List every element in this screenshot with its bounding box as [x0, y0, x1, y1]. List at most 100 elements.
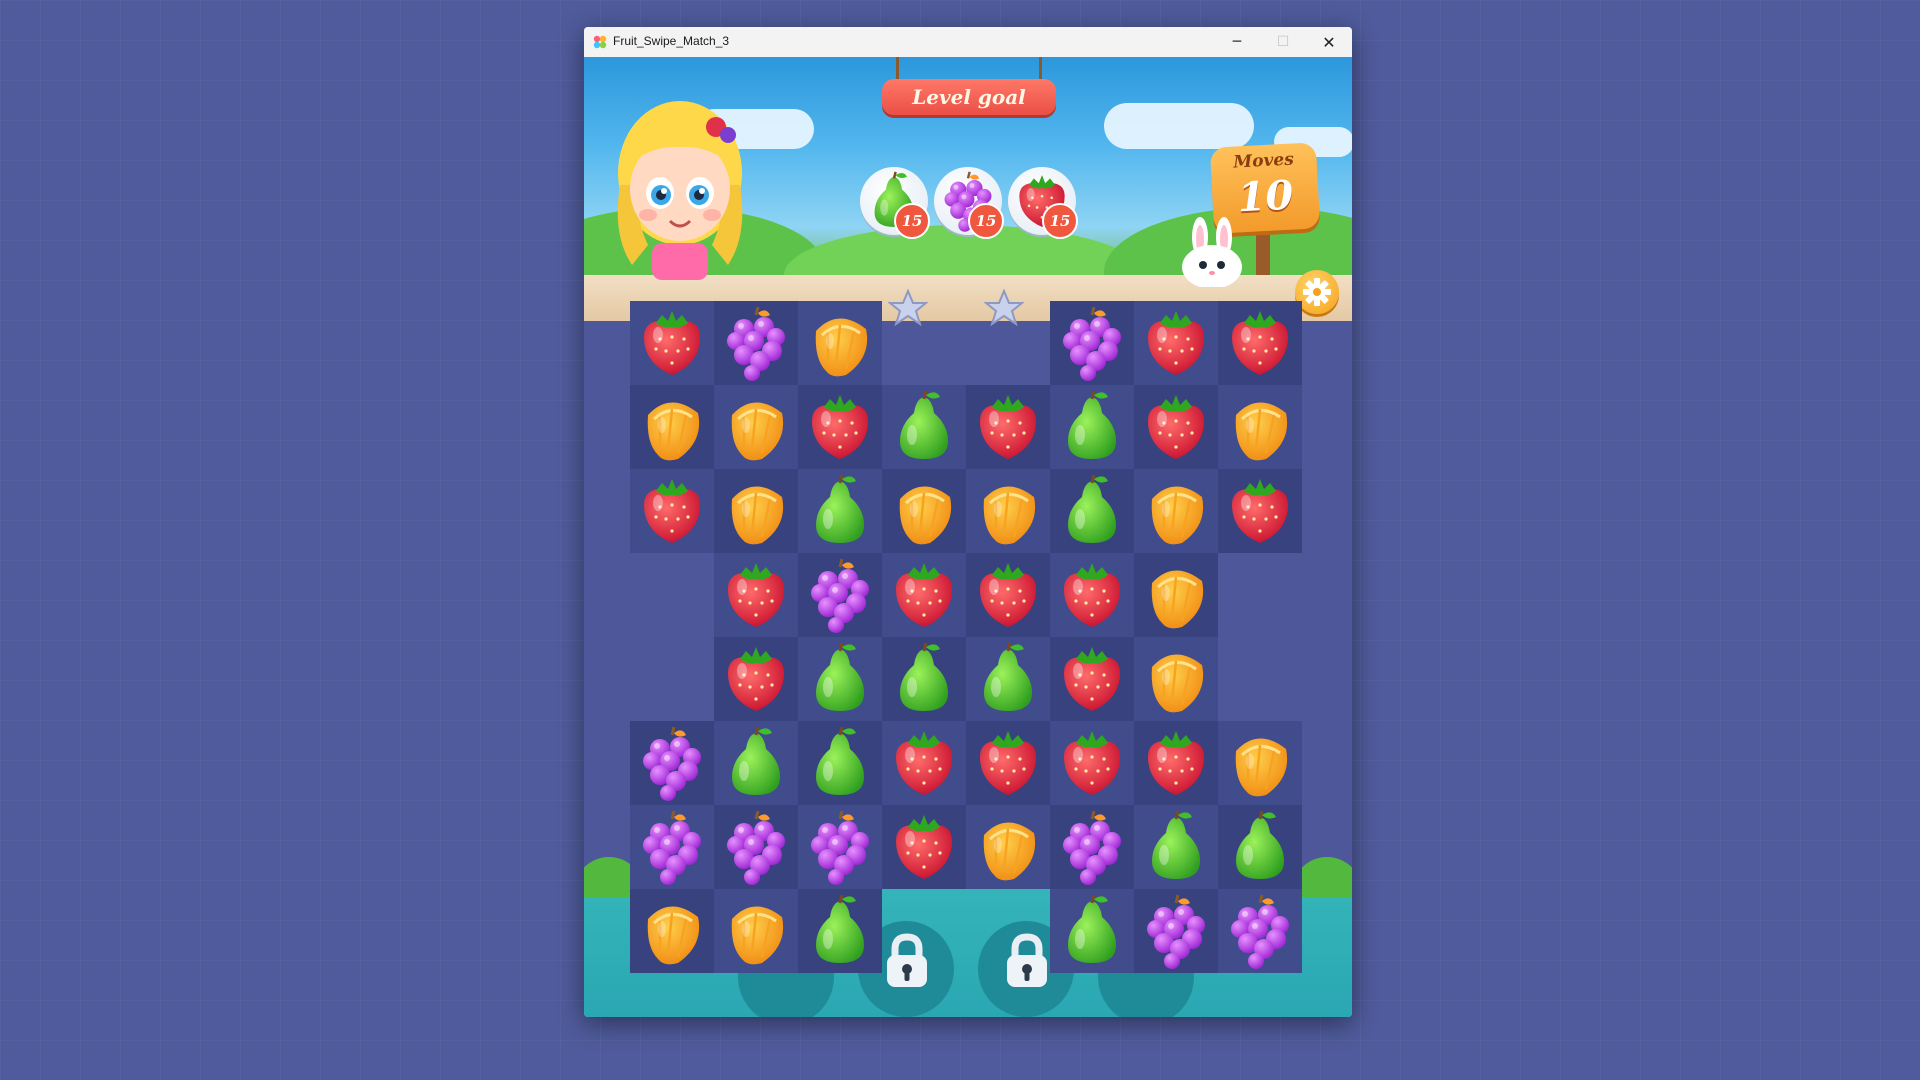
orange-icon[interactable]: [1134, 637, 1218, 721]
grape-icon[interactable]: [630, 805, 714, 889]
strawberry-icon[interactable]: [714, 553, 798, 637]
board-cell[interactable]: [1218, 721, 1302, 805]
pear-icon[interactable]: [1218, 805, 1302, 889]
board-cell[interactable]: [630, 385, 714, 469]
strawberry-icon[interactable]: [798, 385, 882, 469]
orange-icon[interactable]: [882, 469, 966, 553]
board-cell[interactable]: [1050, 469, 1134, 553]
board-cell[interactable]: [1134, 721, 1218, 805]
pear-icon[interactable]: [1134, 805, 1218, 889]
orange-icon[interactable]: [630, 385, 714, 469]
board-cell[interactable]: [1050, 637, 1134, 721]
board-cell[interactable]: [798, 637, 882, 721]
strawberry-icon[interactable]: [1050, 553, 1134, 637]
strawberry-icon[interactable]: [1218, 469, 1302, 553]
board-cell[interactable]: [630, 469, 714, 553]
board-cell[interactable]: [714, 805, 798, 889]
board-cell[interactable]: [966, 805, 1050, 889]
strawberry-icon[interactable]: [714, 637, 798, 721]
strawberry-icon[interactable]: [630, 301, 714, 385]
board-cell[interactable]: [1134, 805, 1218, 889]
board-cell[interactable]: [966, 637, 1050, 721]
board-cell[interactable]: [714, 553, 798, 637]
board-cell[interactable]: [798, 889, 882, 973]
board-cell[interactable]: [1218, 385, 1302, 469]
strawberry-icon[interactable]: [1134, 721, 1218, 805]
pear-icon[interactable]: [966, 637, 1050, 721]
game-canvas[interactable]: Level goal 15 15 15 Moves 10: [584, 57, 1352, 1017]
grape-icon[interactable]: [1050, 805, 1134, 889]
pear-icon[interactable]: [798, 889, 882, 973]
strawberry-icon[interactable]: [1134, 385, 1218, 469]
board-cell[interactable]: [798, 301, 882, 385]
grape-icon[interactable]: [714, 805, 798, 889]
board-cell[interactable]: [1218, 805, 1302, 889]
board-cell[interactable]: [630, 805, 714, 889]
board-cell[interactable]: [882, 721, 966, 805]
grape-icon[interactable]: [714, 301, 798, 385]
board-cell[interactable]: [966, 469, 1050, 553]
board-cell[interactable]: [798, 469, 882, 553]
grape-icon[interactable]: [1218, 889, 1302, 973]
strawberry-icon[interactable]: [966, 385, 1050, 469]
board-cell[interactable]: [798, 385, 882, 469]
grape-icon[interactable]: [630, 721, 714, 805]
orange-icon[interactable]: [798, 301, 882, 385]
title-bar[interactable]: Fruit_Swipe_Match_3 ─ ☐ ✕: [584, 27, 1352, 57]
grape-icon[interactable]: [798, 805, 882, 889]
orange-icon[interactable]: [966, 469, 1050, 553]
board-cell[interactable]: [798, 553, 882, 637]
board-cell[interactable]: [882, 553, 966, 637]
pear-icon[interactable]: [1050, 385, 1134, 469]
board-cell[interactable]: [714, 469, 798, 553]
orange-icon[interactable]: [1134, 469, 1218, 553]
strawberry-icon[interactable]: [1134, 301, 1218, 385]
board-cell[interactable]: [1134, 301, 1218, 385]
orange-icon[interactable]: [714, 469, 798, 553]
board-cell[interactable]: [1218, 469, 1302, 553]
board-cell[interactable]: [798, 721, 882, 805]
strawberry-icon[interactable]: [882, 805, 966, 889]
orange-icon[interactable]: [714, 385, 798, 469]
board-cell[interactable]: [1134, 553, 1218, 637]
board-cell[interactable]: [966, 553, 1050, 637]
pear-icon[interactable]: [798, 637, 882, 721]
orange-icon[interactable]: [1218, 385, 1302, 469]
orange-icon[interactable]: [714, 889, 798, 973]
strawberry-icon[interactable]: [882, 721, 966, 805]
strawberry-icon[interactable]: [966, 721, 1050, 805]
board-cell[interactable]: [1134, 385, 1218, 469]
board-cell[interactable]: [1050, 301, 1134, 385]
board-cell[interactable]: [1050, 721, 1134, 805]
board-cell[interactable]: [882, 469, 966, 553]
board-cell[interactable]: [1218, 889, 1302, 973]
board-cell[interactable]: [630, 721, 714, 805]
orange-icon[interactable]: [1218, 721, 1302, 805]
pear-icon[interactable]: [798, 721, 882, 805]
board-cell[interactable]: [1218, 301, 1302, 385]
grape-icon[interactable]: [1050, 301, 1134, 385]
grape-icon[interactable]: [1134, 889, 1218, 973]
board-cell[interactable]: [1050, 889, 1134, 973]
orange-icon[interactable]: [1134, 553, 1218, 637]
orange-icon[interactable]: [630, 889, 714, 973]
board-cell[interactable]: [714, 889, 798, 973]
board-cell[interactable]: [1050, 805, 1134, 889]
strawberry-icon[interactable]: [882, 553, 966, 637]
board-cell[interactable]: [714, 637, 798, 721]
pear-icon[interactable]: [882, 385, 966, 469]
strawberry-icon[interactable]: [1050, 721, 1134, 805]
strawberry-icon[interactable]: [1218, 301, 1302, 385]
strawberry-icon[interactable]: [966, 553, 1050, 637]
strawberry-icon[interactable]: [630, 469, 714, 553]
board-cell[interactable]: [630, 301, 714, 385]
board-cell[interactable]: [966, 385, 1050, 469]
pear-icon[interactable]: [798, 469, 882, 553]
board-cell[interactable]: [630, 889, 714, 973]
board-cell[interactable]: [714, 301, 798, 385]
board-cell[interactable]: [714, 721, 798, 805]
pear-icon[interactable]: [1050, 469, 1134, 553]
orange-icon[interactable]: [966, 805, 1050, 889]
board-cell[interactable]: [1134, 889, 1218, 973]
board-cell[interactable]: [1134, 469, 1218, 553]
